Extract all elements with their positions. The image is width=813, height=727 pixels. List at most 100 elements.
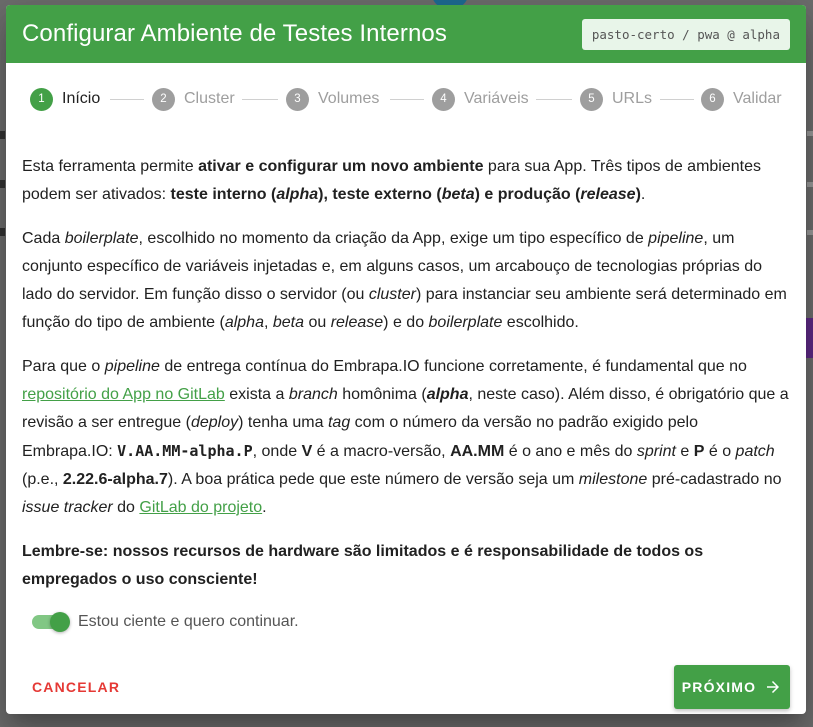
text-italic: milestone [578,471,648,488]
dialog-toolbar: Configurar Ambiente de Testes Internos p… [6,5,806,63]
text-bold: V [301,443,313,460]
step-number: 5 [580,87,603,111]
text-bold: ativar e configurar um novo ambiente [198,158,484,175]
text-bold-italic: alpha [276,186,319,203]
text: ) tenha uma [238,414,328,431]
pipeline-paragraph: Para que o pipeline de entrega contínua … [22,353,792,522]
text: é a macro-versão, [312,443,451,460]
text-bold: AA.MM [450,443,505,460]
text: escolhido. [502,314,579,331]
intro-paragraph: Esta ferramenta permite ativar e configu… [22,153,792,209]
text-italic: beta [272,314,304,331]
step-inicio[interactable]: 1 Início [30,87,100,111]
text: ) e do [383,314,429,331]
text-italic: pipeline [648,230,704,247]
step-label: Início [62,90,101,107]
warning-paragraph: Lembre-se: nossos recursos de hardware s… [22,538,792,594]
text-bold: 2.22.6-alpha.7 [62,471,168,488]
text-italic: alpha [224,314,264,331]
step-label: Volumes [318,90,380,107]
step-divider [242,99,278,100]
text: de entrega contínua do Embrapa.IO funcio… [159,358,747,375]
step-divider [390,99,424,100]
background-panel-edge [805,318,813,358]
text-italic: release [330,314,384,331]
text-bold: teste interno ( [170,186,277,203]
toggle-thumb [50,612,70,632]
dialog-title: Configurar Ambiente de Testes Internos [22,20,447,47]
step-label: URLs [612,90,653,107]
step-divider [536,99,572,100]
step-divider [110,99,144,100]
text: . [640,186,646,203]
text: , escolhido no momento da criação da App… [138,230,649,247]
background-icon-fragment [807,131,813,136]
step-label: Cluster [184,90,235,107]
consent-label[interactable]: Estou ciente e quero continuar. [78,613,299,631]
text: é o [704,443,736,460]
gitlab-repository-link[interactable]: repositório do App no GitLab [22,386,225,403]
text: , onde [252,443,302,460]
text-italic: boilerplate [64,230,139,247]
step-divider [660,99,694,100]
arrow-right-icon [767,681,780,693]
text-bold: ), teste externo ( [318,186,442,203]
step-number: 1 [30,87,53,111]
text-italic: boilerplate [428,314,503,331]
text: homônima ( [337,386,427,403]
text: ). A boa prática pede que este número de… [167,471,579,488]
text-italic: patch [735,443,775,460]
app-environment-badge: pasto-certo / pwa @ alpha [581,18,790,50]
text-italic: branch [288,386,338,403]
background-icon-fragment [807,182,813,187]
text-bold-italic: alpha [426,386,469,403]
step-cluster[interactable]: 2 Cluster [152,87,235,111]
text: , [263,314,273,331]
text: ou [304,314,331,331]
boilerplate-paragraph: Cada boilerplate, escolhido no momento d… [22,225,792,337]
background-text-fragment [0,228,5,236]
dialog-content: Esta ferramenta permite ativar e configu… [22,153,792,610]
text: do [112,499,140,516]
step-label: Variáveis [464,90,529,107]
step-validar[interactable]: 6 Validar [701,87,782,111]
step-variaveis[interactable]: 4 Variáveis [432,87,529,111]
gitlab-project-link[interactable]: GitLab do projeto [139,499,262,516]
consent-toggle[interactable] [32,610,70,634]
stepper: 1 Início 2 Cluster 3 Volumes 4 Variáveis… [6,63,806,133]
background-text-fragment [0,180,5,188]
step-number: 2 [152,87,175,111]
step-label: Validar [733,90,782,107]
text-italic: pipeline [104,358,160,375]
text: e [675,443,694,460]
configure-environment-dialog: Configurar Ambiente de Testes Internos p… [6,5,806,714]
text: exista a [224,386,289,403]
consent-row: Estou ciente e quero continuar. [32,610,299,634]
text: Para que o [22,358,105,375]
text-italic: tag [327,414,351,431]
text-bold: ) e produção ( [474,186,581,203]
cancel-button[interactable]: CANCELAR [22,673,130,701]
text-bold-italic: beta [441,186,475,203]
warning-text: Lembre-se: nossos recursos de hardware s… [22,543,704,588]
step-number: 3 [286,87,309,111]
text: . [262,499,267,516]
background-icon-fragment [807,230,813,235]
text: (p.e., [22,471,63,488]
next-button-label: PRÓXIMO [681,679,757,695]
text-italic: sprint [636,443,676,460]
step-volumes[interactable]: 3 Volumes [286,87,379,111]
text-italic: cluster [368,286,416,303]
background-text-fragment [0,131,5,139]
text: pré-cadastrado no [647,471,782,488]
step-number: 4 [432,87,455,111]
step-urls[interactable]: 5 URLs [580,87,652,111]
step-number: 6 [701,87,724,111]
text-bold: P [693,443,705,460]
text: é o ano e mês do [504,443,637,460]
text-italic: deploy [190,414,239,431]
text: Cada [22,230,65,247]
version-pattern-code: V.AA.MM-alpha.P [117,442,253,460]
next-button[interactable]: PRÓXIMO [674,665,790,709]
text-italic: issue tracker [22,499,113,516]
